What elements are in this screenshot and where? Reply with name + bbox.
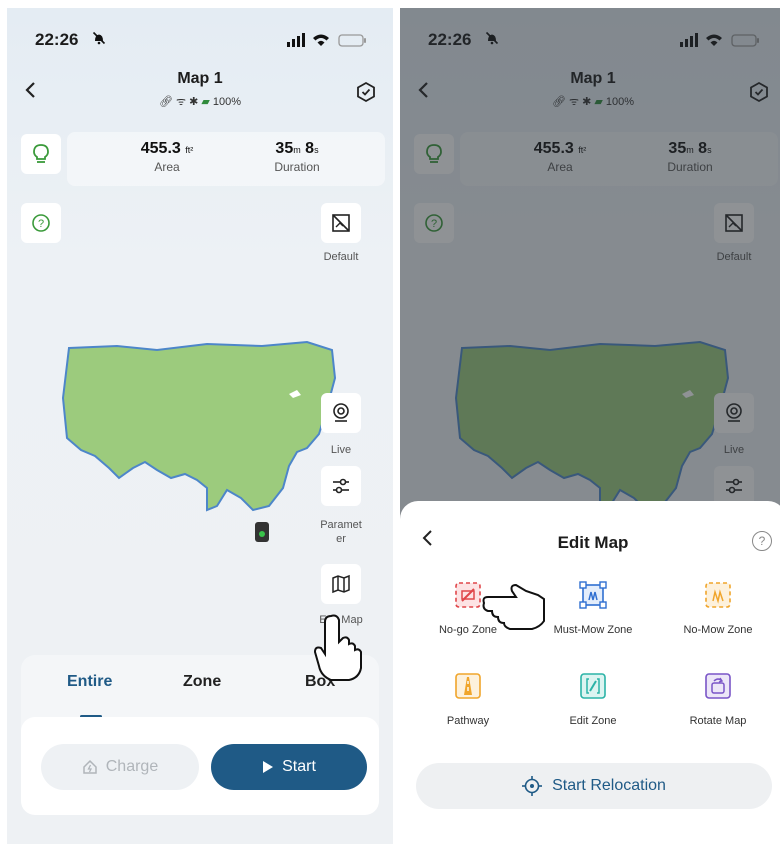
lawn-area bbox=[61, 340, 337, 512]
start-button[interactable]: Start bbox=[211, 744, 367, 790]
tap-hand-icon bbox=[482, 583, 545, 630]
charge-button[interactable]: Charge bbox=[41, 744, 199, 790]
duration-minutes: 35 bbox=[275, 140, 294, 157]
question-circle-icon: ? bbox=[32, 214, 50, 232]
parameter-label-line2: er bbox=[336, 533, 346, 545]
map-screen: 22:26 Map 1 🔗︎ ᯤ ✱ ▰ 100% 455.3 ft² Area… bbox=[7, 8, 393, 844]
crosshair-icon bbox=[522, 776, 543, 796]
settings-hex-icon[interactable] bbox=[355, 81, 377, 103]
no-go-zone-icon bbox=[455, 582, 481, 608]
tool-must-mow-zone[interactable]: Must-Mow Zone bbox=[533, 581, 653, 636]
duration-seconds: 8 bbox=[305, 140, 315, 157]
map-style-button[interactable] bbox=[321, 203, 361, 243]
play-icon bbox=[263, 761, 274, 773]
mute-bell-icon bbox=[92, 31, 106, 48]
seconds-unit: s bbox=[314, 145, 319, 155]
edit-map-sheet: Edit Map ? No-go Zone Must-Mow Zone No-M… bbox=[400, 501, 780, 844]
sheet-help-icon[interactable]: ? bbox=[752, 531, 772, 551]
lightbulb-icon bbox=[33, 144, 49, 163]
sheet-title: Edit Map bbox=[557, 533, 629, 552]
sliders-icon bbox=[333, 478, 349, 494]
tool-rotate-map-label: Rotate Map bbox=[689, 715, 747, 727]
pathway-icon bbox=[455, 673, 481, 699]
start-relocation-label: Start Relocation bbox=[552, 777, 666, 794]
lawn-map[interactable] bbox=[57, 338, 367, 543]
tool-no-mow-zone[interactable]: No-Mow Zone bbox=[658, 581, 778, 636]
live-button[interactable] bbox=[321, 393, 361, 433]
live-label: Live bbox=[330, 444, 352, 456]
parameter-label-line1: Paramet bbox=[320, 519, 362, 531]
edit-map-screen: 22:26 Map 1 🔗︎ ᯤ ✱ ▰ 100% bbox=[400, 8, 780, 844]
parameter-button[interactable] bbox=[321, 466, 361, 506]
tool-edit-zone[interactable]: Edit Zone bbox=[533, 672, 653, 727]
area-label: Area bbox=[154, 160, 180, 174]
area-value: 455.3 bbox=[140, 140, 181, 157]
page-title: Map 1 bbox=[177, 70, 223, 87]
duration-label: Duration bbox=[274, 160, 320, 174]
status-time: 22:26 bbox=[35, 30, 79, 49]
rotate-map-icon bbox=[705, 673, 731, 699]
charge-label: Charge bbox=[105, 758, 159, 775]
tool-edit-zone-label: Edit Zone bbox=[569, 715, 617, 727]
start-label: Start bbox=[282, 758, 316, 775]
duration-stat: 35m 8s Duration bbox=[237, 140, 357, 174]
start-relocation-button[interactable]: Start Relocation bbox=[416, 763, 772, 809]
bluetooth-icon: ✱ bbox=[189, 96, 199, 108]
tab-entire[interactable]: Entire bbox=[67, 673, 112, 691]
link-icon: 🔗︎ bbox=[158, 96, 173, 108]
tool-rotate-map[interactable]: Rotate Map bbox=[658, 672, 778, 727]
no-mow-zone-icon bbox=[705, 582, 731, 608]
edit-map-button[interactable] bbox=[321, 564, 361, 604]
no-image-icon bbox=[332, 214, 350, 232]
must-mow-zone-icon bbox=[579, 581, 607, 609]
minutes-unit: m bbox=[293, 145, 301, 155]
edit-zone-icon bbox=[580, 673, 606, 699]
area-unit: ft² bbox=[185, 145, 194, 155]
battery-charging-icon: ▰ bbox=[201, 96, 210, 108]
mowing-stats: 455.3 ft² Area 35m 8s Duration bbox=[67, 132, 385, 186]
tap-hand-icon bbox=[313, 614, 362, 681]
tips-button[interactable] bbox=[21, 134, 61, 174]
help-button[interactable]: ? bbox=[21, 203, 61, 243]
wifi-icon: ᯤ bbox=[175, 96, 187, 108]
tab-zone[interactable]: Zone bbox=[183, 673, 221, 691]
default-label: Default bbox=[323, 251, 359, 263]
parameter-label: Paramet er bbox=[306, 518, 376, 546]
home-charge-icon bbox=[83, 759, 97, 774]
tool-pathway-label: Pathway bbox=[446, 715, 490, 727]
tool-no-mow-zone-label: No-Mow Zone bbox=[683, 624, 753, 636]
action-card: Charge Start bbox=[21, 717, 379, 815]
area-stat: 455.3 ft² Area bbox=[107, 140, 227, 174]
camera-icon bbox=[333, 403, 349, 422]
status-bar: 22:26 bbox=[35, 30, 369, 50]
battery-percent: 100% bbox=[212, 96, 242, 108]
tool-must-mow-zone-label: Must-Mow Zone bbox=[553, 624, 633, 636]
device-status-row: 🔗︎ ᯤ ✱ ▰ 100% bbox=[7, 94, 393, 109]
tool-pathway[interactable]: Pathway bbox=[408, 672, 528, 727]
svg-text:?: ? bbox=[38, 218, 44, 230]
signal-wifi-battery-icon bbox=[287, 33, 366, 47]
map-icon bbox=[332, 574, 350, 594]
